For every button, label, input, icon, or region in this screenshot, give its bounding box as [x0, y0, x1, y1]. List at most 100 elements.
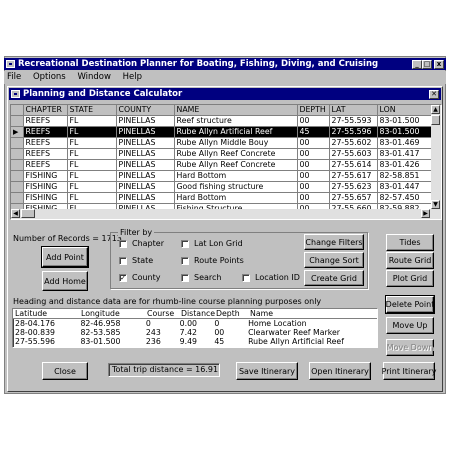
grid-hscrollbar[interactable]: ◀ ▶ [11, 209, 441, 219]
col-lat[interactable]: LAT [329, 105, 378, 116]
table-row[interactable]: REEFS FL PINELLAS Rube Allyn Reef Concrete 0… [11, 159, 432, 171]
grid-vscrollbar[interactable]: ▲ ▼ [431, 105, 441, 210]
grid-cell[interactable]: Rube Allyn Reef Concrete [174, 148, 298, 160]
grid-cell[interactable]: PINELLAS [116, 126, 175, 138]
table-row[interactable]: REEFS FL PINELLAS Rube Allyn Reef Concrete 0… [11, 148, 432, 160]
row-indicator[interactable] [11, 170, 24, 182]
add-home-button[interactable]: Add Home [42, 271, 88, 291]
table-row[interactable]: REEFS FL PINELLAS Reef structure 00 27-55.593… [11, 115, 432, 127]
col-depth[interactable]: DEPTH [297, 105, 330, 116]
change-sort-button[interactable]: Change Sort [304, 252, 364, 268]
scroll-right-icon[interactable]: ▶ [421, 209, 430, 218]
grid-cell[interactable]: Rube Allyn Reef Concrete [174, 159, 298, 171]
table-row[interactable]: REEFS FL PINELLAS Rube Allyn Middle Bouy 00 2… [11, 137, 432, 149]
grid-cell[interactable]: PINELLAS [116, 148, 175, 160]
grid-cell[interactable]: Good fishing structure [174, 181, 298, 193]
grid-cell[interactable]: REEFS [23, 137, 68, 149]
filter-routepoints-checkbox[interactable] [181, 257, 189, 265]
row-indicator[interactable] [11, 159, 24, 171]
grid-cell[interactable]: 00 [297, 137, 330, 149]
grid-cell[interactable]: PINELLAS [116, 170, 175, 182]
save-itinerary-button[interactable]: Save Itinerary [236, 362, 298, 380]
filter-locationid-checkbox[interactable] [242, 274, 250, 282]
list-item[interactable]: 28-00.839 82-53.585 243 7.42 00 Clearwater Re… [13, 328, 377, 337]
hscroll-thumb[interactable] [21, 209, 35, 218]
filter-state-checkbox[interactable] [119, 257, 127, 265]
grid-cell[interactable]: 27-55.657 [329, 192, 378, 204]
grid-cell[interactable]: 27-55.593 [329, 115, 378, 127]
grid-cell[interactable]: PINELLAS [116, 192, 175, 204]
col-chapter[interactable]: CHAPTER [23, 105, 68, 116]
records-grid[interactable]: CHAPTER STATE COUNTY NAME DEPTH LAT LON … [10, 104, 442, 220]
grid-cell[interactable]: 00 [297, 170, 330, 182]
grid-cell[interactable]: 82-57.450 [377, 192, 432, 204]
row-indicator[interactable] [11, 192, 24, 204]
row-indicator[interactable] [11, 137, 24, 149]
grid-cell[interactable]: 27-55.623 [329, 181, 378, 193]
row-indicator[interactable] [11, 181, 24, 193]
menu-window[interactable]: Window [77, 72, 111, 82]
grid-cell[interactable]: 27-55.602 [329, 137, 378, 149]
minimize-icon[interactable]: _ [412, 60, 422, 69]
grid-cell[interactable]: FL [67, 181, 117, 193]
col-county[interactable]: COUNTY [116, 105, 175, 116]
list-item[interactable]: 27-55.596 83-01.500 236 9.49 45 Rube Allyn Ar… [13, 337, 377, 346]
grid-cell[interactable]: FL [67, 137, 117, 149]
grid-cell[interactable]: FISHING [23, 192, 68, 204]
grid-cell[interactable]: FL [67, 170, 117, 182]
grid-cell[interactable]: REEFS [23, 159, 68, 171]
grid-cell[interactable]: 00 [297, 192, 330, 204]
grid-cell[interactable]: 83-01.500 [377, 115, 432, 127]
plot-grid-button[interactable]: Plot Grid [386, 270, 434, 287]
table-row[interactable]: FISHING FL PINELLAS Hard Bottom 00 27-55.617 8… [11, 170, 432, 182]
grid-cell[interactable]: 83-01.426 [377, 159, 432, 171]
grid-cell[interactable]: 00 [297, 115, 330, 127]
col-state[interactable]: STATE [67, 105, 117, 116]
scroll-thumb[interactable] [431, 115, 440, 125]
scroll-left-icon[interactable]: ◀ [11, 209, 20, 218]
menu-options[interactable]: Options [33, 72, 66, 82]
grid-cell[interactable]: FL [67, 126, 117, 138]
row-indicator[interactable] [11, 148, 24, 160]
close-button[interactable]: Close [42, 362, 88, 380]
grid-cell[interactable]: Hard Bottom [174, 170, 298, 182]
grid-cell[interactable]: FL [67, 192, 117, 204]
grid-cell[interactable]: REEFS [23, 115, 68, 127]
list-item[interactable]: 28-04.176 82-46.958 0 0.00 0 Home Location [13, 319, 377, 328]
grid-cell[interactable]: FL [67, 115, 117, 127]
grid-cell[interactable]: FISHING [23, 181, 68, 193]
move-up-button[interactable]: Move Up [386, 317, 434, 334]
grid-cell[interactable]: Hard Bottom [174, 192, 298, 204]
print-itinerary-button[interactable]: Print Itinerary [382, 362, 436, 380]
grid-cell[interactable]: PINELLAS [116, 115, 175, 127]
grid-cell[interactable]: 83-01.500 [377, 126, 432, 138]
maximize-icon[interactable]: □ [422, 60, 432, 69]
menu-help[interactable]: Help [123, 72, 142, 82]
table-row[interactable]: FISHING FL PINELLAS Hard Bottom 00 27-55.657 8… [11, 192, 432, 204]
add-point-button[interactable]: Add Point [41, 246, 89, 268]
move-down-button[interactable]: Move Down [386, 339, 434, 356]
filter-county-checkbox[interactable]: ✓ [119, 274, 127, 282]
close-icon[interactable]: x [434, 60, 444, 69]
route-grid-button[interactable]: Route Grid [386, 252, 434, 269]
grid-cell[interactable]: 00 [297, 181, 330, 193]
grid-cell[interactable]: 45 [297, 126, 330, 138]
grid-cell[interactable]: 83-01.417 [377, 148, 432, 160]
grid-cell[interactable]: 27-55.603 [329, 148, 378, 160]
col-name[interactable]: NAME [174, 105, 298, 116]
itinerary-list[interactable]: Latitude Longitude Course Distance Depth… [12, 308, 378, 348]
row-indicator[interactable] [11, 115, 24, 127]
grid-cell[interactable]: PINELLAS [116, 181, 175, 193]
grid-cell[interactable]: PINELLAS [116, 137, 175, 149]
grid-cell[interactable]: FISHING [23, 170, 68, 182]
open-itinerary-button[interactable]: Open Itinerary [309, 362, 371, 380]
create-grid-button[interactable]: Create Grid [304, 270, 364, 286]
menu-file[interactable]: File [7, 72, 21, 82]
delete-point-button[interactable]: Delete Point [385, 295, 435, 314]
grid-cell[interactable]: Reef structure [174, 115, 298, 127]
grid-cell[interactable]: 00 [297, 148, 330, 160]
grid-cell[interactable]: FL [67, 148, 117, 160]
window-close-icon[interactable]: ✕ [429, 90, 439, 99]
scroll-up-icon[interactable]: ▲ [431, 105, 440, 114]
filter-latlon-checkbox[interactable] [181, 240, 189, 248]
